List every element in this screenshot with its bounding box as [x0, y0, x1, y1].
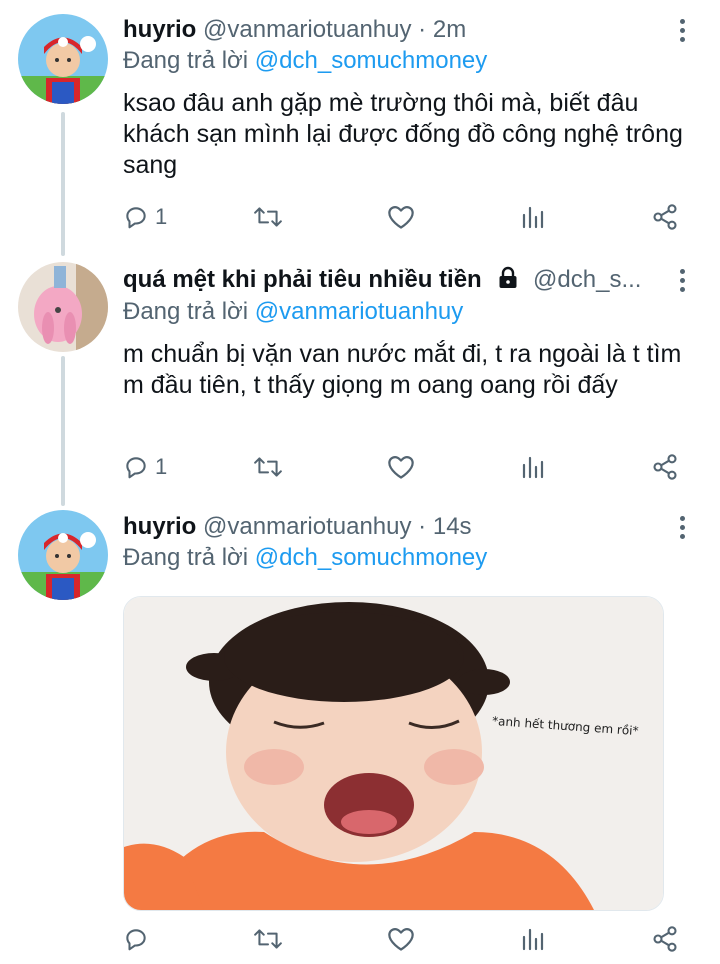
avatar[interactable] — [18, 262, 108, 352]
reply-button[interactable]: 1 — [123, 201, 167, 233]
replying-to: Đang trả lời @dch_somuchmoney — [123, 543, 487, 573]
share-button[interactable] — [651, 201, 679, 233]
lock-icon — [499, 266, 517, 288]
like-icon — [388, 927, 414, 951]
reply-icon — [126, 929, 146, 951]
replying-mention[interactable]: @dch_somuchmoney — [255, 47, 487, 74]
retweet-button[interactable] — [253, 451, 283, 483]
retweet-icon — [254, 929, 282, 949]
like-button[interactable] — [387, 923, 415, 955]
analytics-icon — [522, 206, 544, 229]
like-button[interactable] — [387, 451, 415, 483]
reply-count: 1 — [155, 454, 168, 479]
display-name[interactable]: quá mệt khi phải tiêu nhiều tiền — [123, 266, 482, 293]
action-bar: 1 — [123, 201, 693, 233]
tweet[interactable]: quá mệt khi phải tiêu nhiều tiền @dch_s.… — [0, 250, 720, 500]
like-button[interactable] — [387, 201, 415, 233]
display-name[interactable]: huyrio — [123, 16, 196, 43]
replying-to: Đang trả lời @vanmariotuanhuy — [123, 297, 463, 327]
share-button[interactable] — [651, 451, 679, 483]
tweet[interactable]: huyrio @vanmariotuanhuy · 2m Đang trả lờ… — [0, 0, 720, 250]
tweet-image[interactable]: *anh hết thương em rồi* — [123, 596, 664, 911]
tweet-text: ksao đâu anh gặp mè trường thôi mà, biết… — [123, 89, 683, 179]
display-name[interactable]: huyrio — [123, 513, 196, 540]
analytics-icon — [522, 928, 544, 951]
action-bar — [123, 923, 693, 955]
separator-dot: · — [418, 16, 427, 43]
analytics-button[interactable] — [521, 201, 545, 233]
share-icon — [653, 926, 677, 952]
replying-prefix: Đang trả lời — [123, 544, 249, 571]
share-icon — [653, 204, 677, 230]
more-icon[interactable] — [672, 265, 692, 295]
more-icon[interactable] — [672, 15, 692, 45]
reply-button[interactable] — [123, 923, 155, 955]
replying-mention[interactable]: @dch_somuchmoney — [255, 544, 487, 571]
more-icon[interactable] — [672, 512, 692, 542]
analytics-button[interactable] — [521, 923, 545, 955]
avatar[interactable] — [18, 14, 108, 104]
retweet-icon — [254, 457, 282, 477]
replying-prefix: Đang trả lời — [123, 298, 249, 325]
tweet-header: huyrio @vanmariotuanhuy · 14s — [123, 512, 660, 542]
tweet-header: huyrio @vanmariotuanhuy · 2m — [123, 15, 660, 45]
timestamp[interactable]: 2m — [433, 16, 466, 43]
user-handle[interactable]: @dch_s... — [533, 266, 641, 293]
reply-count: 1 — [155, 204, 168, 229]
analytics-button[interactable] — [521, 451, 545, 483]
replying-prefix: Đang trả lời — [123, 47, 249, 74]
timestamp[interactable]: 14s — [433, 513, 472, 540]
retweet-button[interactable] — [253, 923, 283, 955]
like-icon — [388, 455, 414, 479]
like-icon — [388, 205, 414, 229]
replying-to: Đang trả lời @dch_somuchmoney — [123, 46, 487, 76]
user-handle[interactable]: @vanmariotuanhuy — [203, 513, 411, 540]
avatar[interactable] — [18, 510, 108, 600]
retweet-icon — [254, 207, 282, 227]
tweet-text: m chuẩn bị vặn van nước mắt đi, t ra ngo… — [123, 340, 682, 399]
separator-dot: · — [418, 513, 427, 540]
reply-icon — [126, 457, 146, 479]
replying-mention[interactable]: @vanmariotuanhuy — [255, 298, 463, 325]
action-bar: 1 — [123, 451, 693, 483]
tweet-header: quá mệt khi phải tiêu nhiều tiền @dch_s.… — [123, 265, 660, 295]
reply-icon — [126, 207, 146, 229]
reply-button[interactable]: 1 — [123, 451, 167, 483]
share-button[interactable] — [651, 923, 679, 955]
retweet-button[interactable] — [253, 201, 283, 233]
tweet[interactable]: huyrio @vanmariotuanhuy · 14s Đang trả l… — [0, 500, 720, 964]
crying-child-photo — [124, 597, 663, 910]
user-handle[interactable]: @vanmariotuanhuy — [203, 16, 411, 43]
analytics-icon — [522, 456, 544, 479]
share-icon — [653, 454, 677, 480]
